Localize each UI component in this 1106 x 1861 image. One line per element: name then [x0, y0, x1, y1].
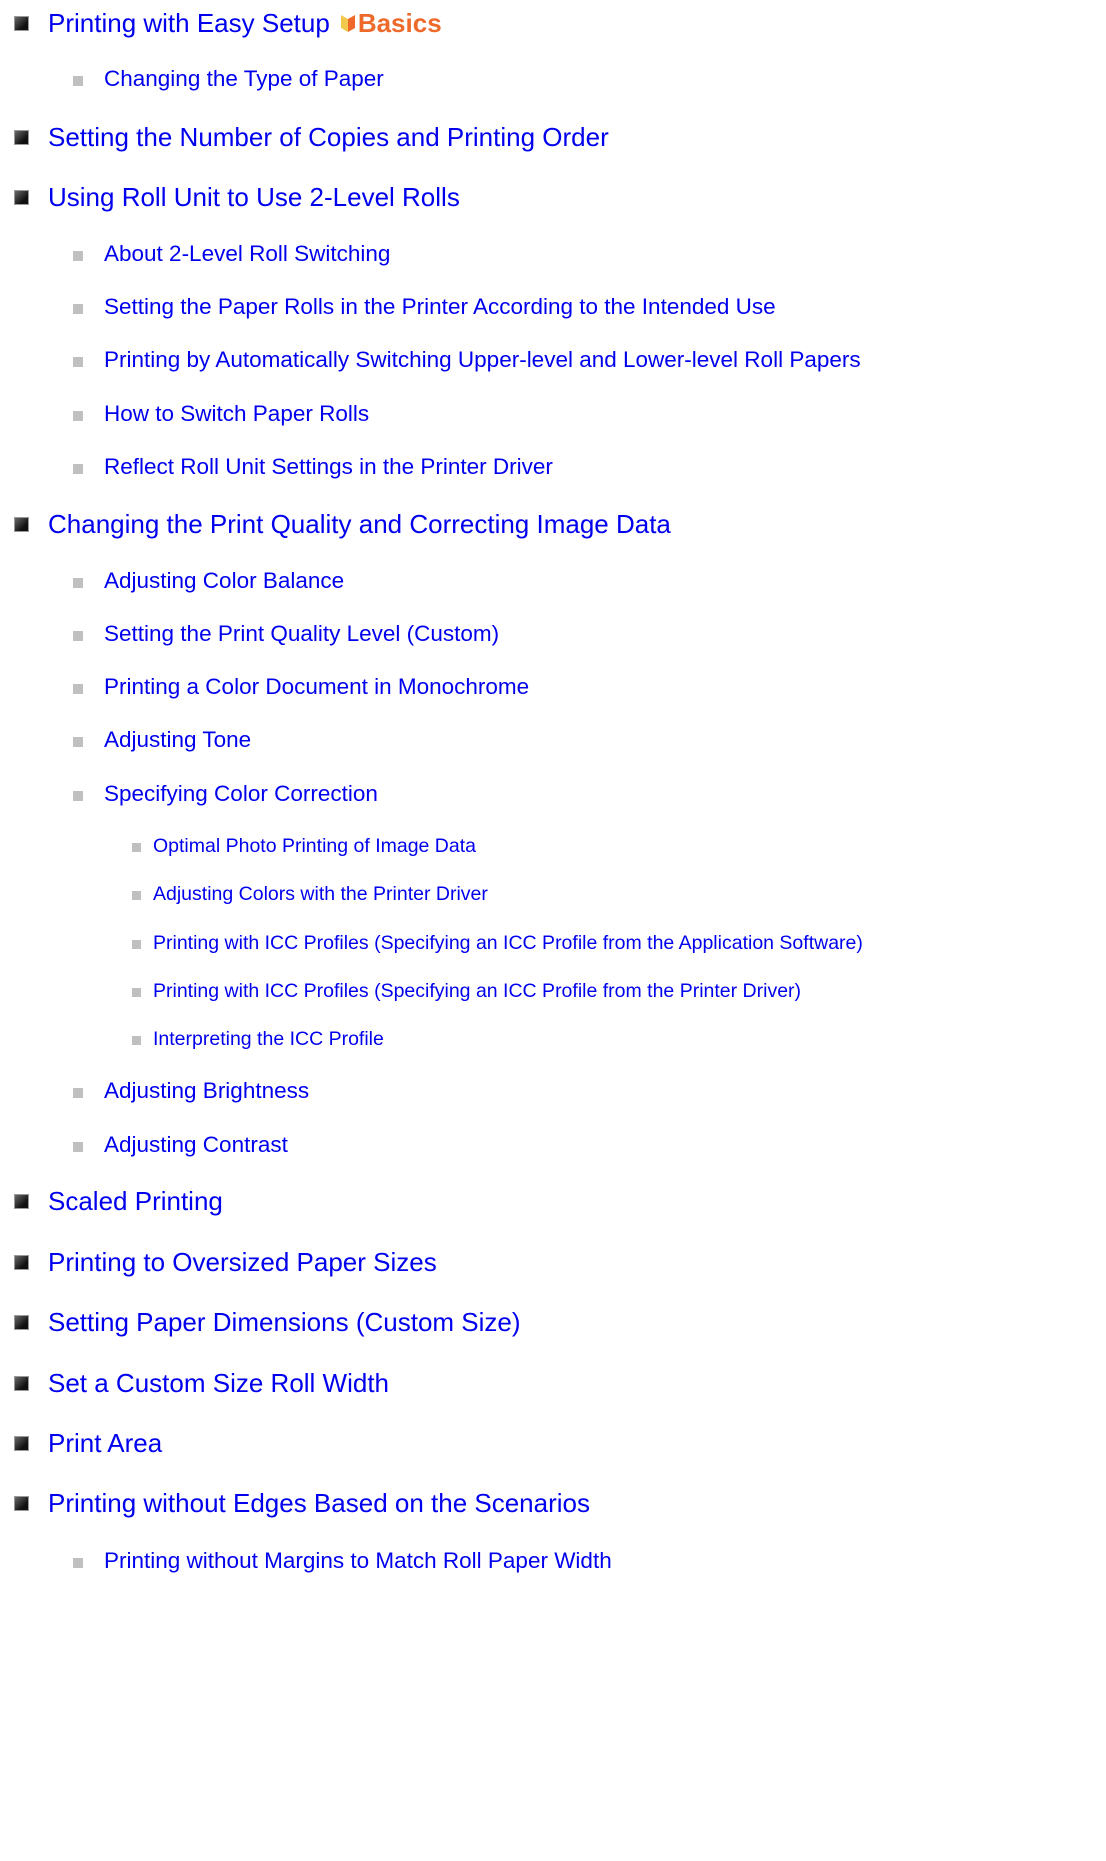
bullet-icon	[14, 1436, 29, 1451]
toc-link-label: Adjusting Contrast	[104, 1132, 288, 1157]
toc-link-label: About 2-Level Roll Switching	[104, 241, 391, 266]
bullet-icon	[14, 190, 29, 205]
toc-link-label: Adjusting Brightness	[104, 1078, 310, 1103]
toc-link-custom-size-roll-width[interactable]: Set a Custom Size Roll Width	[0, 1366, 389, 1400]
toc-link-label: Adjusting Color Balance	[104, 568, 345, 593]
bullet-icon	[132, 988, 141, 997]
toc-link-interpreting-icc-profile[interactable]: Interpreting the ICC Profile	[0, 1025, 384, 1053]
toc-link-reflect-roll-unit-settings[interactable]: Reflect Roll Unit Settings in the Printe…	[0, 451, 553, 483]
bullet-icon	[73, 791, 83, 801]
toc-link-adjusting-contrast[interactable]: Adjusting Contrast	[0, 1129, 288, 1161]
toc-link-icc-profile-printer-driver[interactable]: Printing with ICC Profiles (Specifying a…	[0, 977, 801, 1005]
table-of-contents: Printing with Easy Setup Basics Changing…	[0, 0, 1106, 1861]
bullet-icon	[132, 891, 141, 900]
basics-badge: Basics	[340, 8, 442, 39]
bullet-icon	[132, 1036, 141, 1045]
bullet-icon	[73, 684, 83, 694]
bullet-icon	[73, 1088, 83, 1098]
bullet-icon	[132, 940, 141, 949]
toc-link-about-2-level-roll-switching[interactable]: About 2-Level Roll Switching	[0, 238, 390, 270]
toc-link-color-document-monochrome[interactable]: Printing a Color Document in Monochrome	[0, 671, 529, 703]
toc-link-label: Printing without Margins to Match Roll P…	[104, 1548, 612, 1573]
bullet-icon	[14, 517, 29, 532]
bullet-icon	[73, 578, 83, 588]
toc-link-print-area[interactable]: Print Area	[0, 1426, 162, 1460]
toc-link-label: Printing by Automatically Switching Uppe…	[104, 347, 861, 372]
bullet-icon	[14, 1255, 29, 1270]
toc-link-changing-type-of-paper[interactable]: Changing the Type of Paper	[0, 63, 384, 95]
bullet-icon	[73, 1142, 83, 1152]
toc-link-optimal-photo-printing[interactable]: Optimal Photo Printing of Image Data	[0, 832, 476, 860]
toc-link-label: Set a Custom Size Roll Width	[48, 1367, 390, 1398]
toc-link-auto-switching-roll-papers[interactable]: Printing by Automatically Switching Uppe…	[0, 344, 861, 376]
basics-badge-label: Basics	[357, 7, 442, 38]
toc-link-label: Printing to Oversized Paper Sizes	[48, 1246, 437, 1277]
toc-link-label: Printing with Easy Setup	[48, 7, 330, 38]
bullet-icon	[73, 76, 83, 86]
bullet-icon	[14, 16, 29, 31]
bullet-icon	[14, 1496, 29, 1511]
toc-link-printing-without-edges[interactable]: Printing without Edges Based on the Scen…	[0, 1486, 590, 1520]
toc-link-label: Reflect Roll Unit Settings in the Printe…	[104, 454, 553, 479]
toc-link-adjusting-tone[interactable]: Adjusting Tone	[0, 724, 251, 756]
toc-link-adjusting-colors-printer-driver[interactable]: Adjusting Colors with the Printer Driver	[0, 880, 488, 908]
toc-link-label: Printing with ICC Profiles (Specifying a…	[153, 979, 802, 1002]
toc-link-oversized-paper-sizes[interactable]: Printing to Oversized Paper Sizes	[0, 1245, 437, 1279]
bullet-icon	[73, 304, 83, 314]
bullet-icon	[73, 411, 83, 421]
toc-link-printing-with-easy-setup[interactable]: Printing with Easy Setup Basics	[0, 6, 442, 40]
bullet-icon	[14, 1315, 29, 1330]
bullet-icon	[73, 357, 83, 367]
toc-link-label: Interpreting the ICC Profile	[153, 1027, 384, 1050]
bullet-icon	[73, 737, 83, 747]
toc-link-label: Setting the Paper Rolls in the Printer A…	[104, 294, 776, 319]
bullet-icon	[73, 631, 83, 641]
toc-link-setting-number-of-copies[interactable]: Setting the Number of Copies and Printin…	[0, 120, 609, 154]
bullet-icon	[73, 1558, 83, 1568]
toc-link-label: Setting Paper Dimensions (Custom Size)	[48, 1306, 521, 1337]
toc-link-label: Scaled Printing	[48, 1185, 223, 1216]
toc-link-label: Printing a Color Document in Monochrome	[104, 674, 530, 699]
toc-link-paper-dimensions-custom-size[interactable]: Setting Paper Dimensions (Custom Size)	[0, 1305, 521, 1339]
toc-link-label: Optimal Photo Printing of Image Data	[153, 834, 476, 857]
toc-link-changing-print-quality[interactable]: Changing the Print Quality and Correctin…	[0, 507, 671, 541]
bullet-icon	[73, 251, 83, 261]
toc-link-how-to-switch-paper-rolls[interactable]: How to Switch Paper Rolls	[0, 398, 369, 430]
toc-link-without-margins-roll-paper-width[interactable]: Printing without Margins to Match Roll P…	[0, 1545, 612, 1577]
bullet-icon	[14, 130, 29, 145]
toc-link-label: Adjusting Tone	[104, 727, 252, 752]
toc-link-label: Print Area	[48, 1427, 163, 1458]
toc-link-label: Printing without Edges Based on the Scen…	[48, 1487, 591, 1518]
toc-link-label: Using Roll Unit to Use 2-Level Rolls	[48, 181, 460, 212]
toc-link-print-quality-level-custom[interactable]: Setting the Print Quality Level (Custom)	[0, 618, 499, 650]
bullet-icon	[14, 1194, 29, 1209]
toc-link-adjusting-brightness[interactable]: Adjusting Brightness	[0, 1075, 309, 1107]
bullet-icon	[132, 843, 141, 852]
toc-link-label: How to Switch Paper Rolls	[104, 401, 370, 426]
toc-link-label: Setting the Print Quality Level (Custom)	[104, 621, 500, 646]
toc-link-label: Changing the Print Quality and Correctin…	[48, 508, 671, 539]
toc-link-label: Adjusting Colors with the Printer Driver	[153, 882, 488, 905]
toc-link-scaled-printing[interactable]: Scaled Printing	[0, 1184, 223, 1218]
toc-link-using-roll-unit[interactable]: Using Roll Unit to Use 2-Level Rolls	[0, 180, 460, 214]
toc-link-label: Changing the Type of Paper	[104, 66, 384, 91]
toc-link-label: Specifying Color Correction	[104, 781, 378, 806]
toc-link-adjusting-color-balance[interactable]: Adjusting Color Balance	[0, 565, 344, 597]
toc-link-icc-profile-application-software[interactable]: Printing with ICC Profiles (Specifying a…	[0, 929, 863, 957]
basics-leaf-icon	[340, 15, 355, 32]
bullet-icon	[14, 1376, 29, 1391]
toc-link-label: Printing with ICC Profiles (Specifying a…	[153, 931, 863, 954]
bullet-icon	[73, 464, 83, 474]
toc-link-label: Setting the Number of Copies and Printin…	[48, 121, 609, 152]
toc-link-setting-paper-rolls[interactable]: Setting the Paper Rolls in the Printer A…	[0, 291, 776, 323]
toc-link-specifying-color-correction[interactable]: Specifying Color Correction	[0, 778, 378, 810]
